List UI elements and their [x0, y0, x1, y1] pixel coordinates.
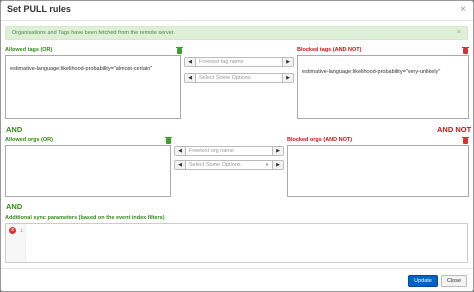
and-not-label: AND NOT [437, 125, 472, 134]
and-label-2: AND [6, 202, 23, 211]
allowed-tags-list[interactable]: estimative-language:likelihood-probabili… [5, 55, 181, 119]
allowed-orgs-list[interactable] [5, 145, 171, 197]
close-button[interactable]: Close [441, 275, 467, 287]
freetext-org-input[interactable]: ◀ Freetext org name ▶ [174, 146, 284, 156]
blocked-tags-list[interactable]: estimative-language:likelihood-probabili… [297, 55, 469, 119]
move-right-icon[interactable]: ▶ [282, 74, 293, 82]
trash-icon[interactable] [176, 47, 183, 54]
move-left-icon[interactable]: ◀ [175, 147, 186, 155]
error-icon: x [9, 227, 16, 234]
org-select[interactable]: ◀ Select Some Options ▼ ▶ [174, 160, 284, 170]
and-label: AND [6, 125, 23, 134]
allowed-orgs-label: Allowed orgs (OR) [5, 137, 53, 143]
trash-icon[interactable] [462, 47, 469, 54]
move-left-icon[interactable]: ◀ [175, 161, 186, 169]
modal-header: Set PULL rules × [1, 1, 473, 21]
blocked-orgs-list[interactable] [287, 145, 469, 197]
tag-select-placeholder: Select Some Options [199, 75, 251, 81]
move-right-icon[interactable]: ▶ [272, 161, 283, 169]
pull-rules-modal: Set PULL rules × Organisations and Tags … [0, 0, 474, 292]
tag-select[interactable]: ◀ Select Some Options ▶ [184, 73, 294, 83]
move-left-icon[interactable]: ◀ [185, 58, 196, 66]
line-number: 1 [20, 227, 24, 234]
alert-close-icon[interactable]: × [457, 29, 461, 36]
update-button[interactable]: Update [408, 275, 438, 287]
move-left-icon[interactable]: ◀ [185, 74, 196, 82]
move-right-icon[interactable]: ▶ [272, 147, 283, 155]
alert-message: Organisations and Tags have been fetched… [12, 30, 175, 36]
allowed-tag-rule[interactable]: estimative-language:likelihood-probabili… [10, 66, 152, 72]
trash-icon[interactable] [462, 137, 469, 144]
freetext-tag-placeholder: Freetext tag name [199, 59, 244, 65]
sync-params-label: Additional sync parameters (based on the… [5, 215, 165, 221]
sync-params-editor[interactable]: x 1 [5, 223, 468, 263]
blocked-tag-rule[interactable]: estimative-language:likelihood-probabili… [302, 69, 440, 75]
trash-icon[interactable] [165, 137, 172, 144]
modal-footer [1, 268, 473, 292]
freetext-tag-input[interactable]: ◀ Freetext tag name ▶ [184, 57, 294, 67]
close-icon[interactable]: × [460, 4, 466, 15]
success-alert: Organisations and Tags have been fetched… [5, 26, 468, 40]
move-right-icon[interactable]: ▶ [282, 58, 293, 66]
org-select-placeholder: Select Some Options [189, 162, 241, 168]
chevron-down-icon[interactable]: ▼ [265, 162, 269, 167]
blocked-orgs-label: Blocked orgs (AND NOT) [287, 137, 353, 143]
modal-title: Set PULL rules [7, 4, 71, 14]
freetext-org-placeholder: Freetext org name [189, 148, 234, 154]
blocked-tags-label: Blocked tags (AND NOT) [297, 47, 362, 53]
allowed-tags-label: Allowed tags (OR) [5, 47, 53, 53]
